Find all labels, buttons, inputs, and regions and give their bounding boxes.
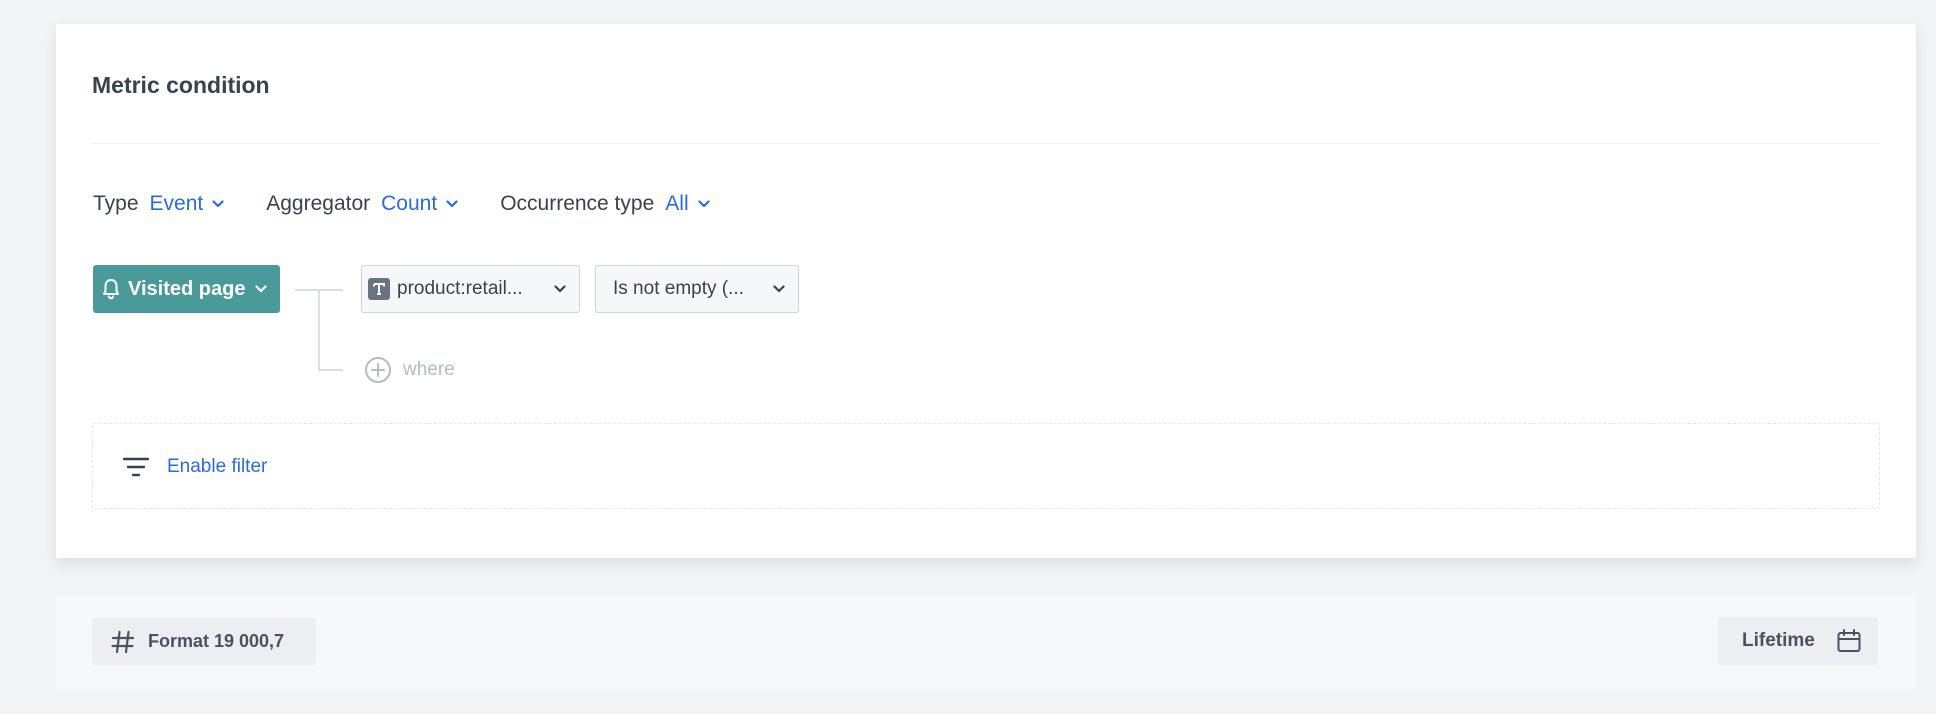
filter-icon xyxy=(123,457,149,477)
tree-connector xyxy=(318,290,320,370)
enable-filter-label: Enable filter xyxy=(167,456,268,477)
type-dropdown[interactable]: Event xyxy=(150,192,225,216)
card-title: Metric condition xyxy=(92,72,270,98)
number-format-label: Format 19 000,7 xyxy=(148,631,285,651)
date-range-label: Lifetime xyxy=(1742,630,1815,651)
enable-filter-button[interactable]: Enable filter xyxy=(123,452,267,482)
calendar-icon xyxy=(1837,629,1861,652)
occurrence-type-label: Occurrence type xyxy=(500,192,655,215)
footer-bar: Format 19 000,7 Lifetime xyxy=(56,595,1916,689)
aggregator-selector: Aggregator Count xyxy=(266,192,458,216)
metric-condition-card: Metric condition Type Event Aggregator C… xyxy=(56,24,1916,558)
chevron-down-icon xyxy=(255,285,268,293)
number-format-button[interactable]: Format 19 000,7 xyxy=(92,618,316,665)
type-selector: Type Event xyxy=(93,192,224,216)
event-select-button[interactable]: Visited page xyxy=(93,265,280,313)
chevron-down-icon xyxy=(698,200,710,208)
aggregator-dropdown[interactable]: Count xyxy=(381,192,458,216)
occurrence-type-selector: Occurrence type All xyxy=(500,192,710,216)
operator-value: Is not empty (... xyxy=(613,278,744,299)
filter-section: Enable filter xyxy=(92,423,1880,509)
plus-circle-icon xyxy=(365,357,391,383)
tree-connector xyxy=(318,369,343,371)
bell-icon xyxy=(103,279,119,300)
divider xyxy=(92,143,1880,144)
date-range-button[interactable]: Lifetime xyxy=(1718,617,1878,665)
type-label: Type xyxy=(93,192,139,215)
aggregator-value: Count xyxy=(381,192,438,215)
aggregator-label: Aggregator xyxy=(266,192,371,215)
occurrence-type-value: All xyxy=(665,192,689,215)
parameter-dropdown[interactable]: product:retail... xyxy=(361,265,580,313)
where-label: where xyxy=(403,359,455,380)
add-where-button[interactable]: where xyxy=(364,355,455,385)
hash-icon xyxy=(111,630,135,653)
type-value: Event xyxy=(149,192,204,215)
operator-dropdown[interactable]: Is not empty (... xyxy=(595,265,799,313)
text-type-icon xyxy=(368,278,390,300)
chevron-down-icon xyxy=(446,200,458,208)
parameter-value: product:retail... xyxy=(397,278,523,299)
chevron-down-icon xyxy=(773,285,785,293)
chevron-down-icon xyxy=(212,200,224,208)
condition-selectors: Type Event Aggregator Count Occurrence t… xyxy=(93,188,752,220)
occurrence-type-dropdown[interactable]: All xyxy=(665,192,710,216)
chevron-down-icon xyxy=(554,285,566,293)
event-label: Visited page xyxy=(128,277,246,300)
